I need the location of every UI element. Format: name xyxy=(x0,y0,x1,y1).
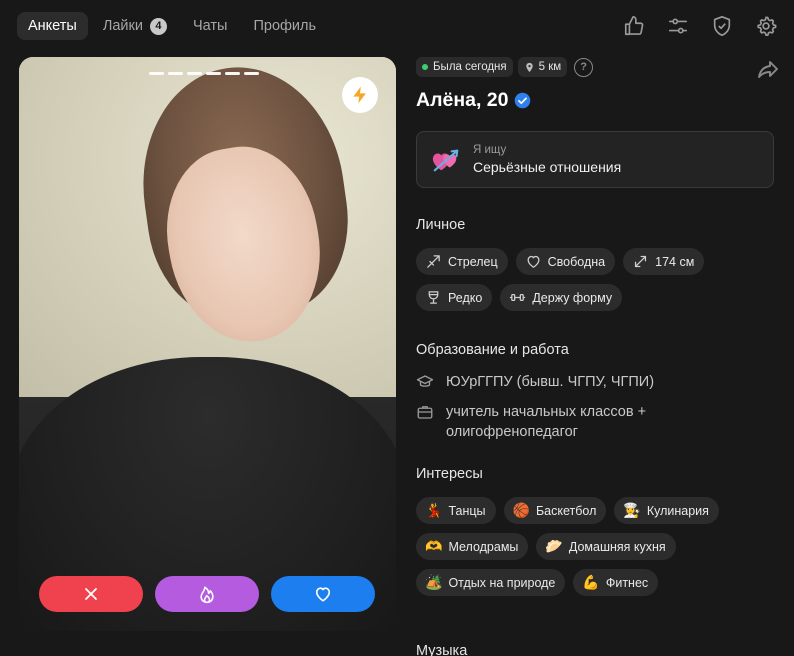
photo-indicator-segment[interactable] xyxy=(187,72,202,75)
heart-outline-icon xyxy=(527,255,540,268)
tab-profile[interactable]: Профиль xyxy=(242,12,327,40)
chip-zodiac: Стрелец xyxy=(416,248,508,275)
fire-icon xyxy=(200,586,214,604)
interest-label: Отдых на природе xyxy=(448,575,556,590)
chip-sport: Держу форму xyxy=(500,284,623,311)
tab-likes[interactable]: Лайки 4 xyxy=(92,12,178,40)
photo-indicator-segment[interactable] xyxy=(225,72,240,75)
interest-label: Танцы xyxy=(448,503,486,518)
chip-alcohol-label: Редко xyxy=(448,290,483,305)
verified-icon xyxy=(515,92,531,109)
basketball-icon: 🏀 xyxy=(512,502,530,518)
interest-chip: 🫶 Мелодрамы xyxy=(416,533,529,560)
interest-label: Домашняя кухня xyxy=(568,539,666,554)
tab-chats[interactable]: Чаты xyxy=(182,12,238,40)
interest-chip: 🏕️ Отдых на природе xyxy=(416,569,566,596)
sliders-icon[interactable] xyxy=(664,12,692,40)
section-title-music: Музыка xyxy=(416,643,468,656)
location-pin-icon xyxy=(525,62,533,72)
chip-alcohol: Редко xyxy=(416,284,493,311)
lightning-icon xyxy=(353,86,366,104)
chip-zodiac-label: Стрелец xyxy=(448,254,498,269)
photo-indicator-segment[interactable] xyxy=(149,72,164,75)
interest-label: Мелодрамы xyxy=(448,539,519,554)
help-icon[interactable]: ? xyxy=(574,57,594,77)
chip-height: 174 см xyxy=(623,248,705,275)
education-text: ЮУрГГПУ (бывш. ЧГПУ, ЧГПИ) xyxy=(446,374,655,390)
close-icon xyxy=(85,588,97,600)
profile-name: Алёна, 20 xyxy=(416,89,509,111)
chip-relationship-label: Свободна xyxy=(547,254,606,269)
top-nav: Анкеты Лайки 4 Чаты Профиль xyxy=(0,0,794,52)
work-item: учитель начальных классов + олигофренопе… xyxy=(416,402,776,442)
gear-icon[interactable] xyxy=(752,12,780,40)
online-dot-icon xyxy=(422,64,428,70)
swipe-actions xyxy=(39,576,375,612)
distance-badge: 5 км xyxy=(517,57,568,77)
tab-chats-label: Чаты xyxy=(192,18,228,34)
top-actions xyxy=(604,12,780,40)
likes-count-badge: 4 xyxy=(149,17,167,35)
photo-indicator-segment[interactable] xyxy=(244,72,259,75)
tab-likes-label: Лайки xyxy=(102,18,143,34)
chip-sport-label: Держу форму xyxy=(532,290,613,305)
interest-chips: 💃 Танцы 🏀 Баскетбол 👩‍🍳 Кулинария 🫶 Мелодрам… xyxy=(416,497,776,605)
wine-glass-icon xyxy=(428,291,439,304)
boost-button[interactable] xyxy=(342,77,378,113)
chip-height-label: 174 см xyxy=(655,254,695,269)
section-title-education: Образование и работа xyxy=(416,342,569,358)
online-status-badge: Была сегодня xyxy=(416,57,513,77)
thumbs-up-icon[interactable] xyxy=(620,12,648,40)
photo-indicator-segment[interactable] xyxy=(168,72,183,75)
work-text: учитель начальных классов + олигофренопе… xyxy=(446,404,647,440)
interest-label: Кулинария xyxy=(646,503,709,518)
tab-profiles[interactable]: Анкеты xyxy=(17,12,88,40)
superlike-button[interactable] xyxy=(155,576,259,612)
distance-text: 5 км xyxy=(538,61,562,73)
profile-name-row: Алёна, 20 xyxy=(416,89,776,112)
height-icon xyxy=(635,255,647,268)
interest-label: Баскетбол xyxy=(535,503,597,518)
heart-icon xyxy=(315,587,331,602)
dislike-button[interactable] xyxy=(39,576,143,612)
shield-check-icon[interactable] xyxy=(708,12,736,40)
dumpling-icon: 🥟 xyxy=(545,538,563,554)
dancer-icon: 💃 xyxy=(425,502,443,518)
profile-info: Была сегодня 5 км ? Алёна, 20 Я ищу Серь… xyxy=(416,57,778,605)
education-list: ЮУрГГПУ (бывш. ЧГПУ, ЧГПИ) учитель начал… xyxy=(416,372,776,442)
interest-chip: 🥟 Домашняя кухня xyxy=(536,533,676,560)
briefcase-icon xyxy=(417,406,433,419)
education-item: ЮУрГГПУ (бывш. ЧГПУ, ЧГПИ) xyxy=(416,372,776,392)
photo-progress-indicator xyxy=(149,72,263,75)
cook-icon: 👩‍🍳 xyxy=(623,502,641,518)
section-title-interests: Интересы xyxy=(416,466,483,482)
camping-icon: 🏕️ xyxy=(425,574,443,590)
interest-label: Фитнес xyxy=(605,575,649,590)
like-button[interactable] xyxy=(271,576,375,612)
sagittarius-icon xyxy=(427,255,440,268)
personal-chips: Стрелец Свободна 174 см Редко Держу форм… xyxy=(416,248,776,320)
online-status-text: Была сегодня xyxy=(433,61,507,73)
interest-chip: 👩‍🍳 Кулинария xyxy=(614,497,719,524)
profile-photo[interactable] xyxy=(19,57,396,631)
tab-profiles-label: Анкеты xyxy=(28,18,77,34)
flexed-biceps-icon: 💪 xyxy=(582,574,600,590)
heart-arrow-icon xyxy=(432,149,459,171)
graduation-cap-icon xyxy=(416,375,434,387)
heart-hands-icon: 🫶 xyxy=(425,538,443,554)
photo-indicator-segment[interactable] xyxy=(206,72,221,75)
interest-chip: 💃 Танцы xyxy=(416,497,496,524)
chip-relationship: Свободна xyxy=(515,248,616,275)
looking-for-card: Я ищу Серьёзные отношения xyxy=(416,131,774,188)
looking-for-value: Серьёзные отношения xyxy=(473,159,622,175)
looking-for-label: Я ищу xyxy=(473,144,507,156)
dumbbell-icon xyxy=(510,294,526,301)
section-title-personal: Личное xyxy=(416,217,466,233)
interest-chip: 💪 Фитнес xyxy=(573,569,659,596)
interest-chip: 🏀 Баскетбол xyxy=(503,497,607,524)
tab-profile-label: Профиль xyxy=(253,18,317,34)
share-icon[interactable] xyxy=(756,57,780,81)
